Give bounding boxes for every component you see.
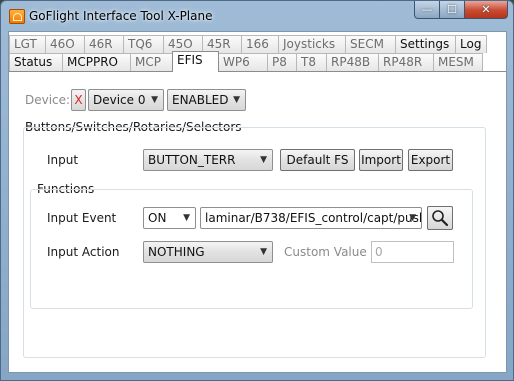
search-icon bbox=[432, 210, 449, 227]
tab-rp48r[interactable]: RP48R bbox=[378, 53, 434, 71]
device-label: Device: bbox=[25, 93, 71, 107]
action-select-value: NOTHING bbox=[148, 245, 205, 259]
minimize-icon: — bbox=[421, 3, 433, 16]
import-button[interactable]: Import bbox=[359, 149, 403, 171]
custom-value-field[interactable]: 0 bbox=[371, 241, 454, 263]
minimize-button[interactable]: — bbox=[414, 1, 440, 19]
maximize-button[interactable]: ☐ bbox=[439, 1, 465, 19]
chevron-down-icon: ▼ bbox=[183, 213, 190, 223]
window-title: GoFlight Interface Tool X-Plane bbox=[29, 9, 213, 23]
event-dataref-value: laminar/B738/EFIS_control/capt/push bbox=[205, 211, 421, 225]
input-action-label: Input Action bbox=[47, 245, 120, 259]
input-event-label: Input Event bbox=[47, 211, 117, 225]
event-dataref-select[interactable]: laminar/B738/EFIS_control/capt/push ▼ bbox=[200, 207, 422, 229]
device-state-select[interactable]: ENABLED ▼ bbox=[167, 89, 246, 111]
app-window: GoFlight Interface Tool X-Plane — ☐ ✕ LG… bbox=[0, 0, 514, 381]
chevron-down-icon: ▼ bbox=[151, 95, 158, 105]
tab-lgt[interactable]: LGT bbox=[9, 35, 46, 53]
tab-46o[interactable]: 46O bbox=[45, 35, 85, 53]
remove-device-button[interactable]: X bbox=[71, 89, 86, 111]
tab-row-2: Status MCPPRO MCP EFIS WP6 P8 T8 RP48B R… bbox=[9, 51, 483, 72]
tab-wp6[interactable]: WP6 bbox=[218, 53, 268, 71]
tab-secm[interactable]: SECM bbox=[345, 35, 396, 53]
app-icon bbox=[9, 9, 25, 24]
chevron-down-icon: ▼ bbox=[409, 213, 416, 223]
tab-rp48b[interactable]: RP48B bbox=[326, 53, 379, 71]
client-area: LGT 46O 46R TQ6 45O 45R 166 Joysticks SE… bbox=[8, 31, 507, 373]
tab-tq6[interactable]: TQ6 bbox=[123, 35, 164, 53]
tab-joysticks[interactable]: Joysticks bbox=[278, 35, 346, 53]
tab-log[interactable]: Log bbox=[455, 35, 487, 53]
device-select[interactable]: Device 0 ▼ bbox=[88, 89, 164, 111]
input-select[interactable]: BUTTON_TERR ▼ bbox=[143, 149, 273, 171]
chevron-down-icon: ▼ bbox=[233, 95, 240, 105]
input-label: Input bbox=[47, 153, 79, 167]
search-button[interactable] bbox=[427, 206, 453, 230]
tab-p8[interactable]: P8 bbox=[267, 53, 297, 71]
action-select[interactable]: NOTHING ▼ bbox=[143, 241, 273, 263]
title-bar[interactable]: GoFlight Interface Tool X-Plane — ☐ ✕ bbox=[1, 1, 513, 31]
tab-row-1: LGT 46O 46R TQ6 45O 45R 166 Joysticks SE… bbox=[9, 35, 487, 53]
custom-value-label: Custom Value bbox=[284, 245, 367, 259]
tab-mcppro[interactable]: MCPPRO bbox=[62, 53, 131, 71]
window-controls: — ☐ ✕ bbox=[414, 1, 508, 20]
tab-status[interactable]: Status bbox=[9, 53, 63, 71]
tab-t8[interactable]: T8 bbox=[296, 53, 327, 71]
efis-panel: Device: X Device 0 ▼ ENABLED ▼ Buttons/S… bbox=[9, 72, 506, 372]
tab-mesm[interactable]: MESM bbox=[433, 53, 483, 71]
tab-mcp[interactable]: MCP bbox=[130, 53, 173, 71]
close-button[interactable]: ✕ bbox=[464, 1, 508, 19]
tab-46r[interactable]: 46R bbox=[84, 35, 124, 53]
event-state-select[interactable]: ON ▼ bbox=[143, 207, 196, 229]
tab-efis[interactable]: EFIS bbox=[172, 51, 219, 72]
tab-166[interactable]: 166 bbox=[241, 35, 279, 53]
export-button[interactable]: Export bbox=[408, 149, 453, 171]
chevron-down-icon: ▼ bbox=[260, 155, 267, 165]
default-fs-button[interactable]: Default FS bbox=[280, 149, 355, 171]
tab-settings[interactable]: Settings bbox=[395, 35, 456, 53]
chevron-down-icon: ▼ bbox=[260, 247, 267, 257]
input-select-value: BUTTON_TERR bbox=[148, 153, 236, 167]
maximize-icon: ☐ bbox=[447, 3, 457, 16]
close-icon: ✕ bbox=[481, 3, 491, 16]
